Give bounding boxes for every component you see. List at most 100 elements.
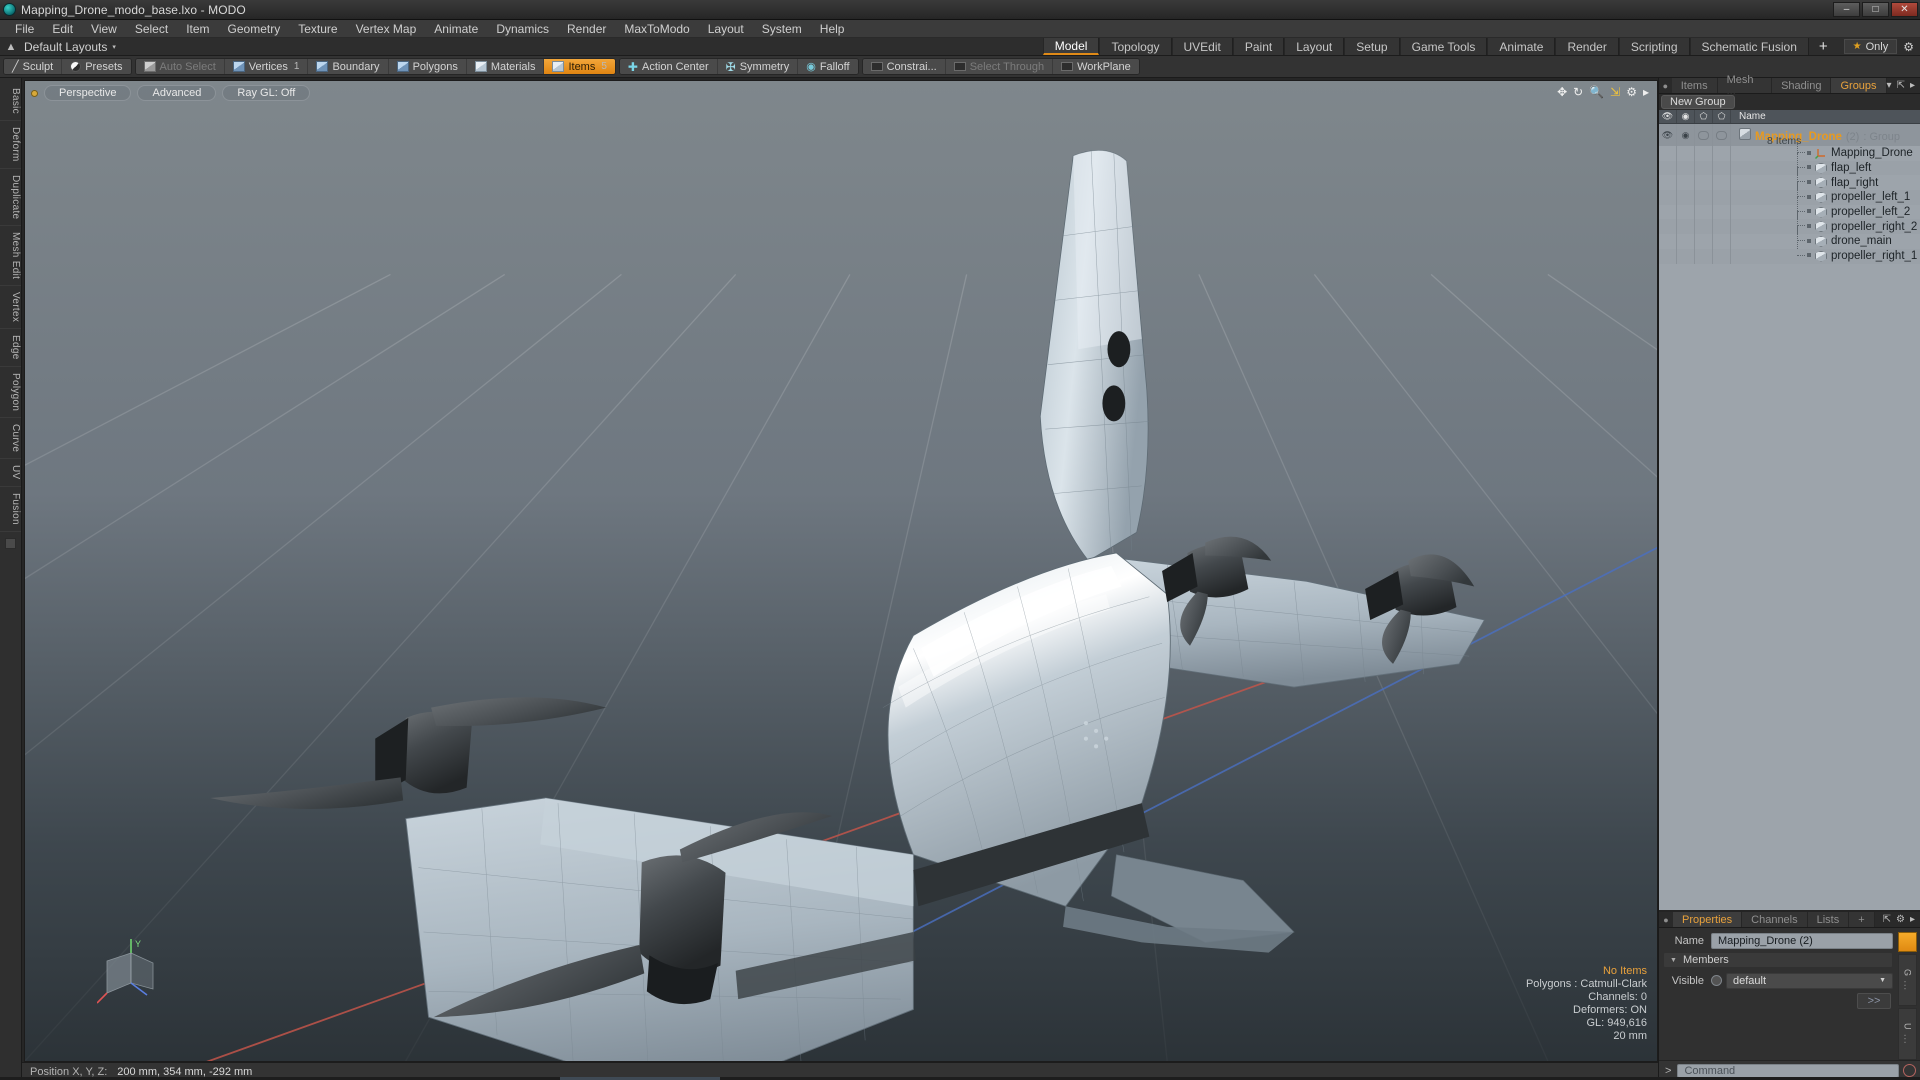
viewport-shading-dropdown[interactable]: Advanced [137, 85, 217, 101]
toolbar-button-vertices[interactable]: Vertices 1 [224, 59, 309, 74]
visible-select[interactable]: default ▼ [1726, 972, 1893, 989]
panel-tab-items[interactable]: Items [1671, 78, 1718, 93]
maximize-button[interactable]: □ [1862, 2, 1889, 17]
toolbar-button-sculpt[interactable]: ╱ Sculpt [4, 59, 63, 74]
list-item[interactable]: propeller_right_2 [1659, 211, 1920, 235]
fit-icon[interactable]: ⇲ [1610, 85, 1620, 99]
menu-item-dynamics[interactable]: Dynamics [487, 20, 558, 38]
rail-tab-uv[interactable]: UV [0, 459, 21, 487]
layout-tab-paint[interactable]: Paint [1232, 38, 1285, 55]
toolbar-button-items[interactable]: Items 5 [544, 59, 615, 74]
toolbar-button-polygons[interactable]: Polygons [388, 59, 467, 74]
menu-item-edit[interactable]: Edit [43, 20, 82, 38]
list-item[interactable]: flap_right [1659, 167, 1920, 191]
toolbar-button-action-center[interactable]: ✚ Action Center [619, 59, 718, 74]
properties-rail-chip-u[interactable]: U ... [1898, 1008, 1917, 1060]
menu-item-file[interactable]: File [6, 20, 43, 38]
properties-add-tab-button[interactable]: + [1849, 912, 1875, 927]
list-item[interactable]: flap_left [1659, 152, 1920, 176]
properties-more-icon[interactable]: ▸ [1910, 914, 1915, 925]
move-icon[interactable]: ✥ [1557, 85, 1567, 99]
panel-tab-shading[interactable]: Shading [1772, 78, 1832, 93]
toolbar-button-select-through[interactable]: Select Through [945, 59, 1054, 74]
rail-tab-basic[interactable]: Basic [0, 82, 21, 121]
collapse-icon[interactable]: ▸ [1643, 85, 1649, 99]
close-button[interactable]: ✕ [1891, 2, 1918, 17]
list-item[interactable]: propeller_left_2 [1659, 196, 1920, 220]
gear-icon[interactable]: ⚙ [1896, 914, 1905, 925]
layout-tab-model[interactable]: Model [1042, 38, 1100, 55]
rail-tab-duplicate[interactable]: Duplicate [0, 169, 21, 226]
rail-tab-curve[interactable]: Curve [0, 418, 21, 460]
menu-item-vertex-map[interactable]: Vertex Map [347, 20, 426, 38]
column-shade-alt-icon[interactable]: ⬠ [1713, 110, 1731, 123]
group-item-list[interactable]: 👁 ◉ Mapping_Drone (2) : Group 8 Items Ma… [1659, 124, 1920, 910]
menu-item-animate[interactable]: Animate [425, 20, 487, 38]
default-layouts-dropdown[interactable]: Default Layouts ▾ [22, 38, 126, 55]
toolbar-button-constraint[interactable]: Constrai... [862, 59, 946, 74]
group-row[interactable]: 👁 ◉ Mapping_Drone (2) : Group 8 Items [1659, 124, 1920, 147]
group-shade-alt-toggle[interactable] [1713, 124, 1731, 146]
menu-item-geometry[interactable]: Geometry [219, 20, 290, 38]
gear-icon[interactable]: ⚙ [1903, 40, 1914, 54]
chevron-down-icon[interactable]: ▾ [1887, 80, 1892, 91]
goto-button[interactable]: >> [1857, 992, 1891, 1009]
toolbar-button-falloff[interactable]: ◉ Falloff [798, 59, 858, 74]
group-visibility-toggle[interactable]: 👁 [1659, 124, 1677, 146]
members-section-header[interactable]: ▼ Members [1663, 952, 1893, 968]
list-item[interactable]: Mapping_Drone [1659, 138, 1920, 161]
group-render-toggle[interactable]: ◉ [1677, 124, 1695, 146]
layout-tab-layout[interactable]: Layout [1284, 38, 1345, 55]
properties-tab-channels[interactable]: Channels [1742, 912, 1808, 927]
rail-tab-polygon[interactable]: Polygon [0, 367, 21, 419]
toolbar-button-auto-select[interactable]: Auto Select [135, 59, 225, 74]
layout-tab-game-tools[interactable]: Game Tools [1399, 38, 1488, 55]
expand-icon[interactable]: ⇱ [1883, 914, 1891, 925]
menu-item-maxtomodo[interactable]: MaxToModo [615, 20, 698, 38]
group-shade-toggle[interactable] [1695, 124, 1713, 146]
properties-rail-chip-g[interactable]: G ... [1898, 954, 1917, 1006]
list-item[interactable]: propeller_left_1 [1659, 182, 1920, 205]
new-group-button[interactable]: New Group [1661, 95, 1735, 109]
minimize-button[interactable]: – [1833, 2, 1860, 17]
rail-tab-deform[interactable]: Deform [0, 121, 21, 169]
panel-more-icon[interactable]: ▸ [1910, 80, 1915, 91]
record-icon[interactable] [1903, 1064, 1916, 1077]
menu-item-select[interactable]: Select [126, 20, 177, 38]
layout-tab-scripting[interactable]: Scripting [1618, 38, 1690, 55]
rail-tab-mesh-edit[interactable]: Mesh Edit [0, 226, 21, 287]
group-color-swatch[interactable] [1898, 932, 1917, 952]
viewport-settings-icon[interactable]: ⚙ [1626, 85, 1637, 99]
menu-item-view[interactable]: View [82, 20, 126, 38]
menu-item-render[interactable]: Render [558, 20, 615, 38]
menu-item-item[interactable]: Item [177, 20, 218, 38]
menu-item-layout[interactable]: Layout [699, 20, 753, 38]
viewport-projection-dropdown[interactable]: Perspective [44, 85, 132, 101]
properties-menu-dot-icon[interactable]: ● [1659, 912, 1673, 927]
column-render-icon[interactable]: ◉ [1677, 110, 1695, 123]
visible-toggle-radio[interactable] [1711, 975, 1722, 986]
toolbar-button-boundary[interactable]: Boundary [308, 59, 389, 74]
viewport-raygl-dropdown[interactable]: Ray GL: Off [222, 85, 311, 101]
rail-tab-fusion[interactable]: Fusion [0, 487, 21, 532]
list-item[interactable]: drone_main [1659, 226, 1920, 249]
rail-tab-vertex[interactable]: Vertex [0, 286, 21, 330]
add-layout-tab-button[interactable]: + [1808, 38, 1838, 55]
properties-tab-properties[interactable]: Properties [1673, 912, 1743, 927]
layout-tab-uvedit[interactable]: UVEdit [1171, 38, 1233, 55]
rotate-icon[interactable]: ↻ [1573, 85, 1583, 99]
menu-item-system[interactable]: System [753, 20, 811, 38]
menu-item-help[interactable]: Help [811, 20, 854, 38]
layout-tab-animate[interactable]: Animate [1487, 38, 1556, 55]
perspective-viewport[interactable]: Perspective Advanced Ray GL: Off ✥ ↻ 🔍 ⇲… [24, 80, 1658, 1062]
toolbar-button-presets[interactable]: Presets [62, 59, 131, 74]
column-shade-icon[interactable]: ⬠ [1695, 110, 1713, 123]
column-visibility-eye-icon[interactable]: 👁 [1659, 110, 1677, 123]
panel-menu-dot-icon[interactable]: ● [1659, 78, 1672, 93]
toolbar-button-symmetry[interactable]: ✠ Symmetry [717, 59, 799, 74]
layout-tab-render[interactable]: Render [1555, 38, 1619, 55]
rail-tab-edge[interactable]: Edge [0, 329, 21, 367]
layout-tab-schematic-fusion[interactable]: Schematic Fusion [1689, 38, 1809, 55]
panel-tab-groups[interactable]: Groups [1831, 78, 1887, 93]
properties-tab-lists[interactable]: Lists [1807, 912, 1850, 927]
